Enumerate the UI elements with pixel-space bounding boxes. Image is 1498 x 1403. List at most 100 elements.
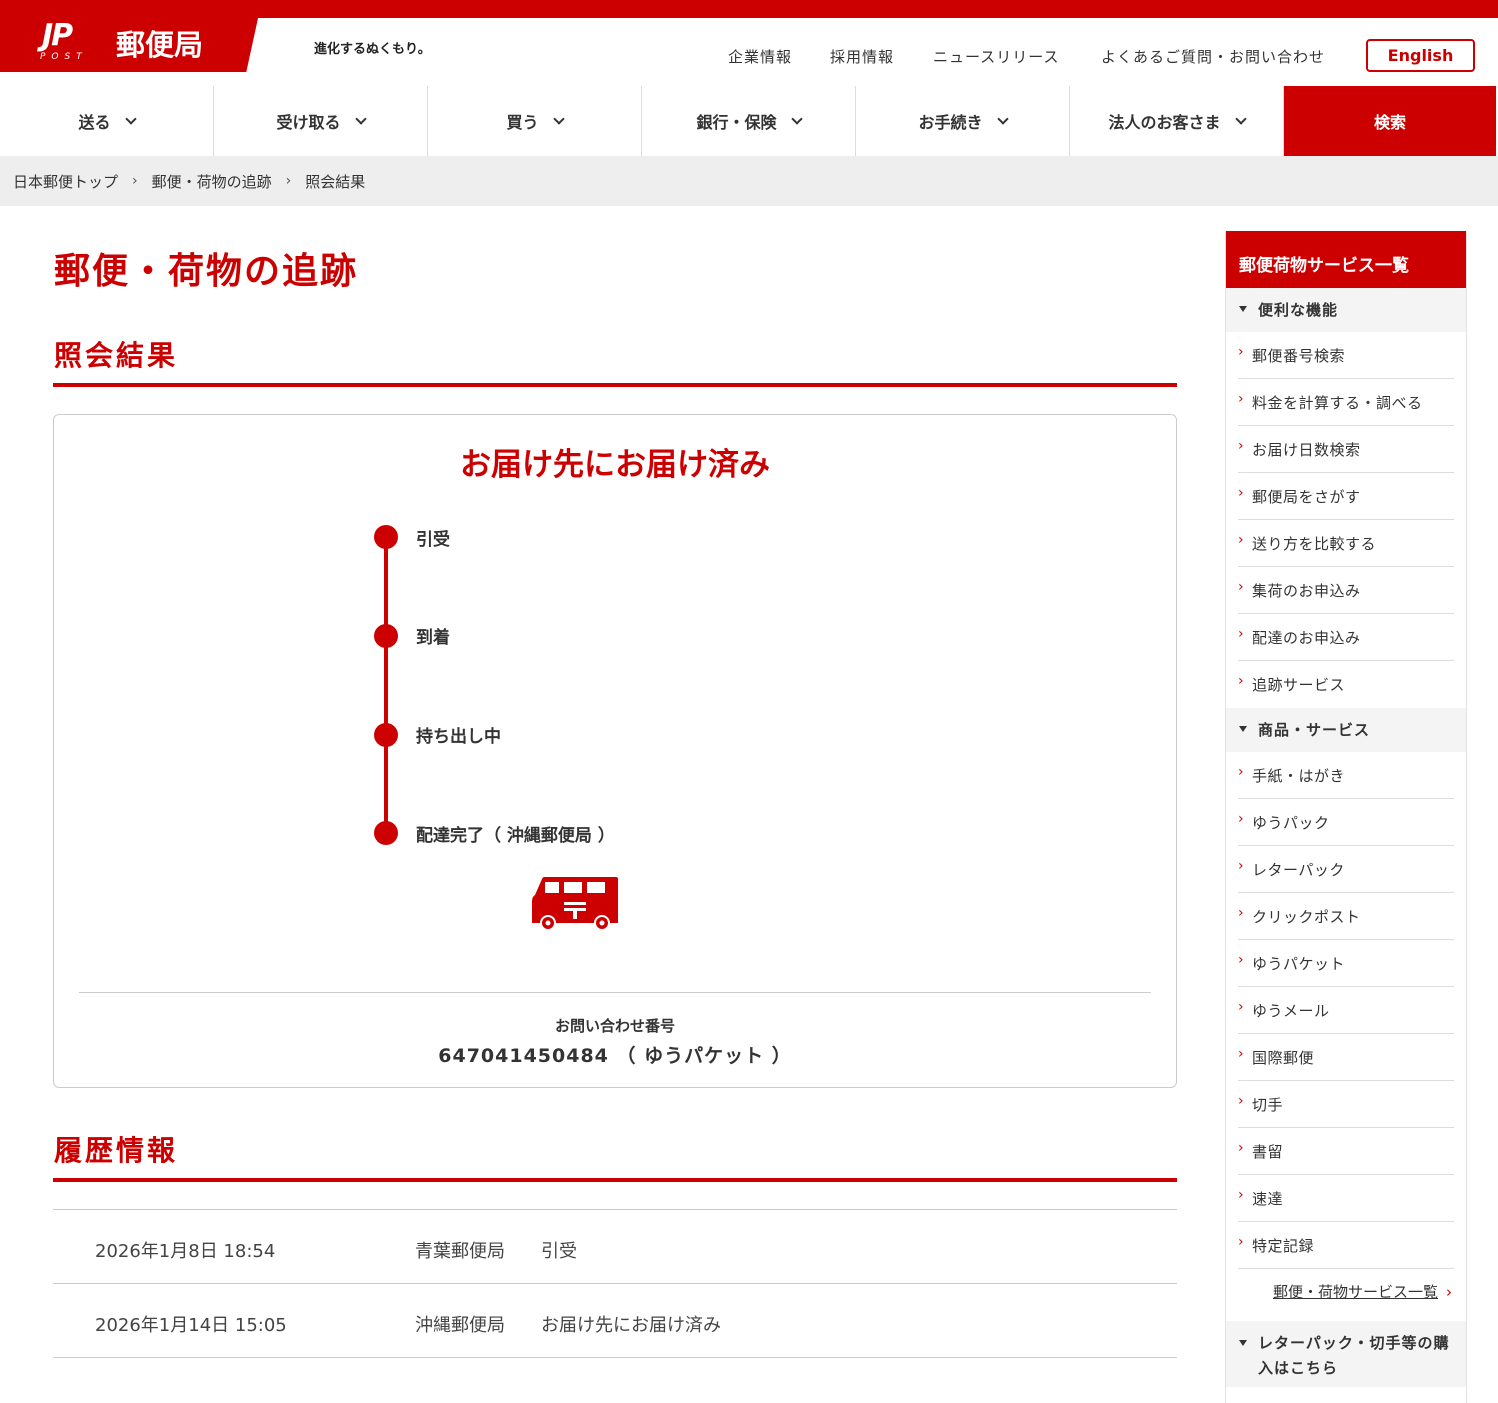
sidebar-item-express[interactable]: › 速達 [1238, 1175, 1454, 1222]
chevron-right-icon: › [1238, 1046, 1245, 1062]
sidebar-item-yumail[interactable]: › ゆうメール [1238, 987, 1454, 1034]
history-office: 青葉郵便局 [415, 1241, 505, 1262]
chevron-right-icon: › [132, 173, 138, 189]
triangle-down-icon [1239, 1340, 1247, 1346]
sidebar-item-label: 配達のお申込み [1252, 629, 1361, 647]
chevron-down-icon [552, 112, 565, 125]
sidebar-item-label: 追跡サービス [1252, 676, 1346, 694]
sidebar-item-label: ゆうメール [1252, 1002, 1330, 1020]
nav-send[interactable]: 送る [0, 86, 214, 156]
sidebar-item-delivery-days[interactable]: › お届け日数検索 [1238, 426, 1454, 473]
global-nav: 送る 受け取る 買う 銀行・保険 お手続き 法人のお客さま 検索 [0, 86, 1498, 156]
timeline-dot [374, 624, 398, 648]
sidebar-item-find-office[interactable]: › 郵便局をさがす [1238, 473, 1454, 520]
util-link-corporate[interactable]: 企業情報 [728, 46, 792, 67]
chevron-right-icon: › [1238, 811, 1245, 827]
sidebar-item-international[interactable]: › 国際郵便 [1238, 1034, 1454, 1081]
english-button[interactable]: English [1366, 39, 1475, 72]
nav-corporate-label: 法人のお客さま [1108, 113, 1221, 132]
chevron-down-icon [790, 112, 803, 125]
sidebar-category-label: 便利な機能 [1258, 301, 1339, 319]
chevron-right-icon: › [1446, 1283, 1452, 1301]
sidebar-category-purchase[interactable]: レターパック・切手等の購入はこちら [1226, 1321, 1466, 1387]
timeline-step-arrived: 到着 [416, 628, 450, 648]
nav-procedures[interactable]: お手続き [856, 86, 1070, 156]
sidebar-item-delivery-request[interactable]: › 配達のお申込み [1238, 614, 1454, 661]
sidebar-item-yupack[interactable]: › ゆうパック [1238, 799, 1454, 846]
chevron-down-icon [124, 112, 137, 125]
sidebar-item-clickpost[interactable]: › クリックポスト [1238, 893, 1454, 940]
nav-bank-insurance[interactable]: 銀行・保険 [642, 86, 856, 156]
timeline-dot [374, 525, 398, 549]
breadcrumb: 日本郵便トップ › 郵便・荷物の追跡 › 照会結果 [0, 156, 1498, 206]
util-link-news[interactable]: ニュースリリース [933, 46, 1060, 67]
jp-post-logo[interactable]: JP POST 郵便局 [0, 0, 262, 72]
sidebar-item-letterpack[interactable]: › レターパック [1238, 846, 1454, 893]
chevron-right-icon: › [1238, 532, 1245, 548]
nav-send-label: 送る [78, 113, 111, 132]
sidebar-item-label: クリックポスト [1252, 908, 1361, 926]
sidebar-item-label: お届け日数検索 [1252, 441, 1361, 459]
nav-corporate[interactable]: 法人のお客さま [1070, 86, 1284, 156]
chevron-right-icon: › [1238, 673, 1245, 689]
chevron-right-icon: › [1238, 438, 1245, 454]
table-row: 2026年1月14日 15:05 沖縄郵便局 お届け先にお届け済み [53, 1284, 1177, 1358]
sidebar-item-label: ゆうパケット [1252, 955, 1346, 973]
chevron-right-icon: › [1238, 764, 1245, 780]
sidebar-title: 郵便荷物サービス一覧 [1226, 231, 1466, 288]
timeline-step-delivered: 配達完了（ 沖縄郵便局 ） [416, 826, 615, 846]
sidebar-item-specified-record[interactable]: › 特定記録 [1238, 1222, 1454, 1269]
sidebar-item-label: 集荷のお申込み [1252, 582, 1361, 600]
page-title: 郵便・荷物の追跡 [54, 251, 359, 292]
chevron-down-icon [1234, 112, 1247, 125]
sidebar-item-yupacket[interactable]: › ゆうパケット [1238, 940, 1454, 987]
sidebar-item-label: 手紙・はがき [1252, 767, 1346, 785]
tagline: 進化するぬくもり。 [314, 42, 431, 57]
sidebar-item-label: 送り方を比較する [1252, 535, 1377, 553]
chevron-down-icon [996, 112, 1009, 125]
breadcrumb-home[interactable]: 日本郵便トップ [13, 171, 118, 192]
table-row: 2026年1月8日 18:54 青葉郵便局 引受 [53, 1210, 1177, 1284]
chevron-right-icon: › [1238, 485, 1245, 501]
sidebar-item-label: 国際郵便 [1252, 1049, 1315, 1067]
chevron-right-icon: › [285, 173, 292, 189]
nav-buy[interactable]: 買う [428, 86, 642, 156]
search-button[interactable]: 検索 [1284, 86, 1496, 156]
nav-receive-label: 受け取る [276, 113, 341, 132]
chevron-right-icon: › [1238, 858, 1245, 874]
nav-receive[interactable]: 受け取る [214, 86, 428, 156]
sidebar-item-registered[interactable]: › 書留 [1238, 1128, 1454, 1175]
logo-sub: POST [40, 52, 88, 62]
chevron-right-icon: › [1238, 626, 1245, 642]
sidebar-item-label: 郵便局をさがす [1252, 488, 1361, 506]
util-link-faq[interactable]: よくあるご質問・お問い合わせ [1101, 46, 1325, 67]
result-section-title: 照会結果 [54, 339, 179, 372]
sidebar-item-label: 書留 [1252, 1143, 1284, 1161]
sidebar-item-letters[interactable]: › 手紙・はがき [1238, 752, 1454, 799]
history-section-title: 履歴情報 [54, 1134, 179, 1167]
sidebar-category-label: 商品・サービス [1258, 721, 1371, 739]
sidebar-item-pickup[interactable]: › 集荷のお申込み [1238, 567, 1454, 614]
history-datetime: 2026年1月14日 15:05 [95, 1315, 287, 1336]
sidebar-all-services-label: 郵便・荷物サービス一覧 [1272, 1283, 1438, 1301]
card-divider [79, 992, 1151, 993]
sidebar-item-tracking[interactable]: › 追跡サービス [1238, 661, 1454, 708]
sidebar-item-compare[interactable]: › 送り方を比較する [1238, 520, 1454, 567]
history-status: お届け先にお届け済み [541, 1315, 721, 1336]
sidebar-item-stamps[interactable]: › 切手 [1238, 1081, 1454, 1128]
chevron-right-icon: › [1238, 391, 1245, 407]
sidebar-category-tools[interactable]: 便利な機能 [1226, 288, 1466, 332]
util-link-careers[interactable]: 採用情報 [830, 46, 894, 67]
sidebar-category-products[interactable]: 商品・サービス [1226, 708, 1466, 752]
history-office: 沖縄郵便局 [415, 1315, 505, 1336]
section-divider [53, 1178, 1177, 1182]
sidebar-item-rates[interactable]: › 料金を計算する・調べる [1238, 379, 1454, 426]
sidebar-all-services-link[interactable]: 郵便・荷物サービス一覧 › [1226, 1269, 1466, 1321]
sidebar-item-label: 切手 [1252, 1096, 1284, 1114]
sidebar: 郵便荷物サービス一覧 便利な機能 › 郵便番号検索 › 料金を計算する・調べる › お… [1225, 231, 1467, 1403]
inquiry-number-label: お問い合わせ番号 [554, 1017, 675, 1035]
chevron-right-icon: › [1238, 1234, 1245, 1250]
chevron-right-icon: › [1238, 952, 1245, 968]
breadcrumb-tracking[interactable]: 郵便・荷物の追跡 [152, 171, 272, 192]
sidebar-item-postal-code[interactable]: › 郵便番号検索 [1238, 332, 1454, 379]
